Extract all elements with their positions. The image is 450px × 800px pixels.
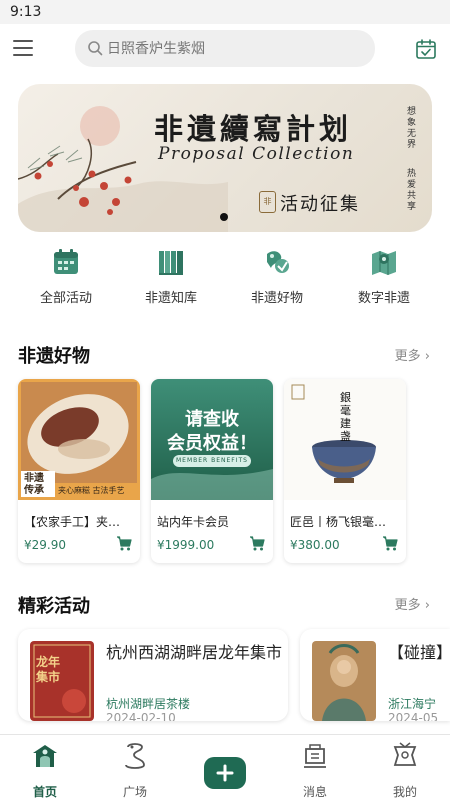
- menu-icon[interactable]: [13, 40, 33, 56]
- map-icon: [372, 251, 396, 275]
- activity-date: 2024-02-10: [106, 711, 176, 721]
- tab-label: 我的: [392, 785, 417, 799]
- calligraphy-text: 銀毫建盏: [340, 391, 351, 443]
- tab-label: 首页: [32, 785, 57, 799]
- promo-en: MEMBER BENEFITS: [175, 457, 248, 464]
- product-badge-sub: 夹心麻糍 古法手艺: [58, 486, 125, 495]
- banner-vertical-text-right: 热爱共享: [405, 168, 415, 212]
- tab-label: 广场: [122, 785, 147, 799]
- product-badge: 非遗传承: [24, 473, 44, 496]
- activity-poster: [312, 641, 376, 721]
- tab-profile[interactable]: 我的: [370, 741, 440, 800]
- activity-title: 【碰撞】数字光影: [388, 643, 448, 662]
- product-name: 站内年卡会员: [157, 515, 230, 529]
- plus-icon: [216, 764, 234, 782]
- search-input[interactable]: [107, 30, 362, 67]
- banner-seal-icon: 非: [259, 191, 276, 213]
- status-bar: 9:13: [0, 0, 450, 24]
- quick-nav-all-activities[interactable]: 全部活动: [16, 248, 116, 306]
- activity-title: 杭州西湖湖畔居龙年集市: [106, 643, 283, 662]
- goods-icon: [267, 251, 289, 273]
- quick-nav-digital[interactable]: 数字非遗: [334, 248, 434, 306]
- quick-nav-label: 非遗好物: [250, 291, 303, 306]
- product-price: ¥29.90: [24, 538, 66, 552]
- tab-plaza[interactable]: 广场: [100, 741, 170, 800]
- quick-nav-label: 非遗知库: [144, 291, 197, 306]
- search-icon: [88, 41, 103, 56]
- cart-icon[interactable]: [382, 536, 398, 551]
- product-name: 【农家手工】夹心麻糍: [24, 515, 124, 529]
- home-icon: [33, 745, 57, 767]
- poster-title: 龙年集市: [36, 655, 61, 684]
- product-card[interactable]: 请查收 会员权益！ MEMBER BENEFITS 站内年卡会员 ¥1999.0…: [151, 379, 273, 563]
- product-price: ¥380.00: [290, 538, 340, 552]
- quick-nav-label: 数字非遗: [357, 291, 410, 306]
- more-activities-link[interactable]: 更多 ›: [395, 594, 430, 613]
- carousel-indicator[interactable]: [220, 213, 228, 221]
- search-box[interactable]: [75, 30, 375, 67]
- message-icon: [304, 744, 326, 768]
- promo-line-2: 会员权益！: [167, 433, 257, 454]
- section-title-activities: 精彩活动: [18, 596, 90, 617]
- status-time: 9:13: [10, 4, 42, 20]
- more-goods-link[interactable]: 更多 ›: [395, 345, 430, 364]
- profile-icon: [393, 742, 417, 766]
- tab-home[interactable]: 首页: [10, 741, 80, 800]
- checkin-calendar-icon[interactable]: [415, 38, 437, 60]
- books-icon: [159, 251, 183, 275]
- poster-artwork: [312, 641, 376, 721]
- activity-date: 2024-05: [388, 711, 439, 721]
- activity-card[interactable]: 【碰撞】数字光影 浙江海宁 2024-05: [300, 629, 450, 721]
- quick-nav-label: 全部活动: [39, 291, 92, 306]
- product-card[interactable]: 銀毫建盏 匠邑丨杨飞银毫建盏 ¥380.00: [284, 379, 406, 563]
- quick-nav-goods[interactable]: 非遗好物: [227, 248, 327, 306]
- promo-banner[interactable]: 非遺續寫計划 Proposal Collection 想象无界 热爱共享 非 活…: [18, 84, 432, 232]
- cart-icon[interactable]: [249, 536, 265, 551]
- banner-vertical-text-left: 想象无界: [405, 106, 415, 150]
- banner-subtitle: Proposal Collection: [158, 144, 355, 164]
- product-name: 匠邑丨杨飞银毫建盏: [290, 515, 390, 529]
- calendar-icon: [54, 249, 78, 274]
- activity-card[interactable]: 龙年集市 杭州西湖湖畔居龙年集市 杭州湖畔居茶楼 2024-02-10: [18, 629, 288, 721]
- plaza-icon: [125, 743, 145, 769]
- more-label: 更多: [394, 598, 421, 613]
- activity-poster: 龙年集市: [30, 641, 94, 721]
- tab-label: 消息: [302, 785, 327, 799]
- more-label: 更多: [394, 349, 421, 364]
- quick-nav: 全部活动 非遗知库 非遗好物 数字非遗: [0, 248, 450, 308]
- quick-nav-knowledge[interactable]: 非遗知库: [121, 248, 221, 306]
- top-bar: [0, 28, 450, 68]
- add-button[interactable]: [204, 757, 246, 789]
- section-title-goods: 非遗好物: [18, 346, 90, 367]
- bottom-nav: 首页 广场 消息 我的: [0, 734, 450, 800]
- promo-line-1: 请查收: [185, 409, 239, 430]
- cart-icon[interactable]: [116, 536, 132, 551]
- product-card[interactable]: 非遗传承 夹心麻糍 古法手艺 【农家手工】夹心麻糍 ¥29.90: [18, 379, 140, 563]
- tab-messages[interactable]: 消息: [280, 741, 350, 800]
- chevron-right-icon: ›: [424, 598, 430, 613]
- chevron-right-icon: ›: [424, 349, 430, 364]
- product-price: ¥1999.00: [157, 538, 215, 552]
- activity-place: 杭州湖畔居茶楼: [106, 697, 191, 711]
- banner-title: 非遺續寫計划: [154, 112, 353, 146]
- activity-place: 浙江海宁: [388, 697, 437, 711]
- banner-tag: 活动征集: [280, 194, 360, 215]
